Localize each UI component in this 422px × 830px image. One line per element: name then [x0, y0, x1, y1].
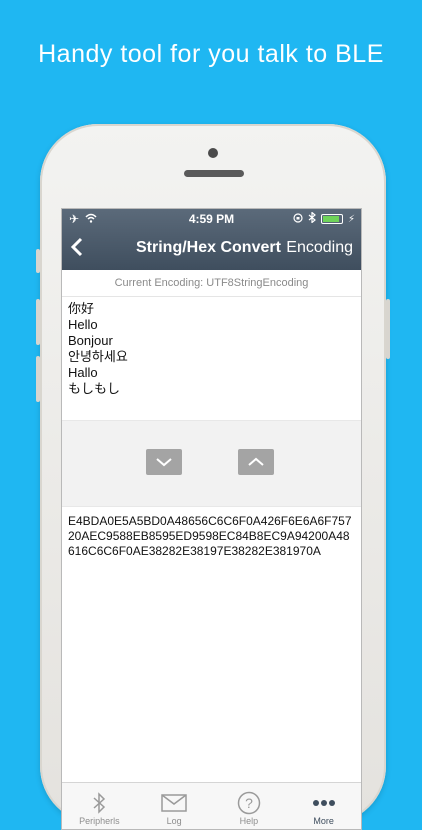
status-bar: ✈ 4:59 PM ⚡ [62, 209, 361, 229]
rotation-lock-icon [293, 212, 303, 226]
tab-label: Help [239, 816, 259, 826]
chevron-left-icon [70, 237, 83, 257]
input-line: 你好 [68, 301, 95, 316]
bluetooth-icon [92, 790, 106, 816]
back-button[interactable] [70, 237, 84, 262]
volume-up-button [36, 299, 40, 345]
mute-switch [36, 249, 40, 273]
tab-log[interactable]: Log [137, 783, 212, 829]
input-line: Hallo [68, 365, 98, 380]
bluetooth-status-icon [308, 211, 316, 226]
chevron-down-icon [156, 458, 172, 467]
input-line: 안녕하세요 [68, 349, 128, 364]
front-camera [208, 148, 218, 158]
app-screen: ✈ 4:59 PM ⚡ String/Hex Convert Encoding … [61, 208, 362, 830]
input-line: もしもし [68, 381, 121, 396]
hex-output[interactable]: E4BDA0E5A5BD0A48656C6C6F0A426F6E6A6F7572… [68, 514, 356, 559]
power-button [386, 299, 390, 359]
tab-label: Peripherls [79, 816, 120, 826]
volume-down-button [36, 356, 40, 402]
tab-label: Log [166, 816, 182, 826]
headline: Handy tool for you talk to BLE [38, 40, 384, 68]
navigation-bar: ✈ 4:59 PM ⚡ String/Hex Convert Encoding [62, 209, 361, 270]
tab-label: More [313, 816, 334, 826]
convert-to-string-button[interactable] [238, 449, 274, 475]
current-encoding-label: Current Encoding: UTF8StringEncoding [62, 270, 361, 297]
input-line: Bonjour [68, 333, 113, 348]
convert-controls [62, 420, 361, 507]
battery-icon [320, 214, 343, 224]
more-icon [312, 790, 336, 816]
string-input[interactable]: 你好 Hello Bonjour 안녕하세요 Hallo もしもし [68, 301, 353, 397]
tab-help[interactable]: ? Help [212, 783, 287, 829]
charging-icon: ⚡ [347, 213, 355, 225]
tab-peripherals[interactable]: Peripherls [62, 783, 137, 829]
tab-bar: Peripherls Log ? Help More [62, 782, 361, 829]
earpiece-speaker [184, 170, 244, 177]
page-title: String/Hex Convert [136, 239, 281, 256]
chevron-up-icon [248, 457, 264, 466]
help-icon: ? [237, 790, 261, 816]
input-line: Hello [68, 317, 98, 332]
convert-to-hex-button[interactable] [146, 449, 182, 475]
encoding-button[interactable]: Encoding [286, 239, 353, 257]
svg-text:?: ? [245, 795, 253, 811]
mail-icon [161, 790, 187, 816]
phone-frame: ✈ 4:59 PM ⚡ String/Hex Convert Encoding … [36, 124, 390, 830]
tab-more[interactable]: More [286, 783, 361, 829]
